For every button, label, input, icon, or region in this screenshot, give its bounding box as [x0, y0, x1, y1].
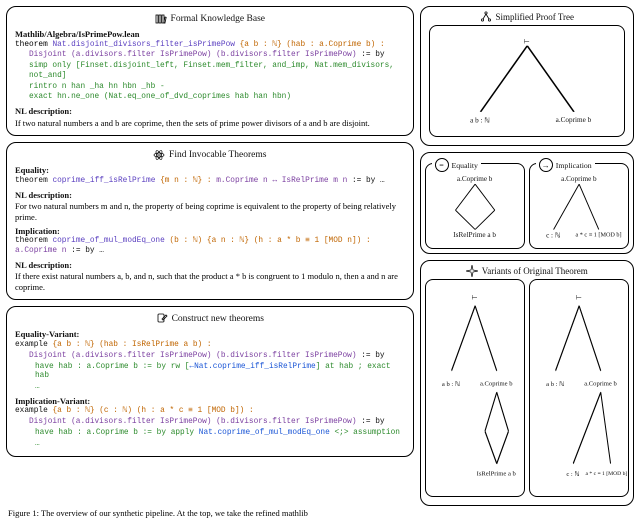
variant-right: ⊢ a b : ℕ a.Coprime b c : ℕ a * c ≡ 1 [M… [529, 279, 629, 497]
panel-formal-kb: Formal Knowledge Base Mathlib/Algebra/Is… [6, 6, 414, 136]
eq-nl-text: For two natural numbers m and n, the pro… [15, 201, 405, 222]
theorem-line: theorem Nat.disjoint_divisors_filter_isP… [15, 41, 405, 51]
panel-simplified-tree: Simplified Proof Tree ⊢ a b : ℕ a.Coprim… [420, 6, 634, 146]
nl-text: If two natural numbers a and b are copri… [15, 118, 405, 129]
eq-nl-head: NL description: [15, 190, 405, 201]
impv-body1: have hab : a.Coprime b := by apply Nat.c… [15, 429, 405, 439]
panel-find-invocable: Find Invocable Theorems Equality: theore… [6, 142, 414, 300]
imp-nl-text: If there exist natural numbers a, b, and… [15, 271, 405, 292]
eqv-line: example {a b : ℕ} (hab : IsRelPrime a b)… [15, 341, 405, 351]
eqv-body1: have hab : a.Coprime b := by rw [←Nat.co… [15, 363, 405, 382]
sparkle-icon [466, 265, 478, 277]
imp-head: Implication: [15, 226, 405, 237]
panel-title-text: Construct new theorems [172, 314, 264, 324]
panel-construct-title: Construct new theorems [15, 313, 405, 325]
imp-subtree: → Implication a.Coprime b c : ℕ a * c ≡ … [529, 163, 629, 249]
theorem-type: Disjoint (a.divisors.filter IsPrimePow) … [15, 51, 405, 61]
panel-title-text: Variants of Original Theorem [482, 266, 588, 276]
left-column: Formal Knowledge Base Mathlib/Algebra/Is… [6, 6, 414, 506]
tree-icon [480, 11, 492, 23]
panel-find-invocable-title: Find Invocable Theorems [15, 149, 405, 161]
panel-construct: Construct new theorems Equality-Variant:… [6, 306, 414, 457]
impv-dots: … [15, 440, 405, 450]
impv-head: Implication-Variant: [15, 396, 405, 407]
variant-left: ⊢ a b : ℕ a.Coprime b IsRelPrime a b [425, 279, 525, 497]
impv-line: example {a b : ℕ} (c : ℕ) (h : a * c ≡ 1… [15, 407, 405, 417]
edit-doc-icon [156, 313, 168, 325]
impv-type: Disjoint (a.divisors.filter IsPrimePow) … [15, 418, 405, 428]
eqv-dots: … [15, 383, 405, 393]
eq-subtree: = Equality a.Coprime b IsRelPrime a b [425, 163, 525, 249]
figure-caption: Figure 1: The overview of our synthetic … [8, 508, 632, 518]
panel-eq-imp: = Equality a.Coprime b IsRelPrime a b → [420, 152, 634, 254]
simplified-title: Simplified Proof Tree [425, 11, 629, 23]
eq-thm: theorem coprime_iff_isRelPrime {m n : ℕ}… [15, 177, 405, 187]
panel-title-text: Formal Knowledge Base [171, 14, 265, 24]
atom-icon [153, 149, 165, 161]
theorem-body-3: exact hn.ne_one (Nat.eq_one_of_dvd_copri… [15, 93, 405, 103]
panel-variants: Variants of Original Theorem ⊢ a b : ℕ a… [420, 260, 634, 506]
eqv-head: Equality-Variant: [15, 329, 405, 340]
imp-nl-head: NL description: [15, 260, 405, 271]
imp-thm: theorem coprime_of_mul_modEq_one (b : ℕ)… [15, 237, 405, 256]
theorem-body-2: rintro n han _ha hn hbn _hb - [15, 83, 405, 93]
panel-formal-kb-title: Formal Knowledge Base [15, 13, 405, 25]
file-path: Mathlib/Algebra/IsPrimePow.lean [15, 29, 405, 40]
nl-head: NL description: [15, 106, 405, 117]
panel-title-text: Simplified Proof Tree [496, 12, 575, 22]
theorem-body-1: simp only [Finset.disjoint_left, Finset.… [15, 62, 405, 81]
panel-title-text: Find Invocable Theorems [169, 150, 266, 160]
variants-title: Variants of Original Theorem [425, 265, 629, 277]
eqv-type: Disjoint (a.divisors.filter IsPrimePow) … [15, 352, 405, 362]
eq-head: Equality: [15, 165, 405, 176]
simplified-tree: ⊢ a b : ℕ a.Coprime b [429, 25, 625, 137]
right-column: Simplified Proof Tree ⊢ a b : ℕ a.Coprim… [420, 6, 634, 506]
library-icon [155, 13, 167, 25]
